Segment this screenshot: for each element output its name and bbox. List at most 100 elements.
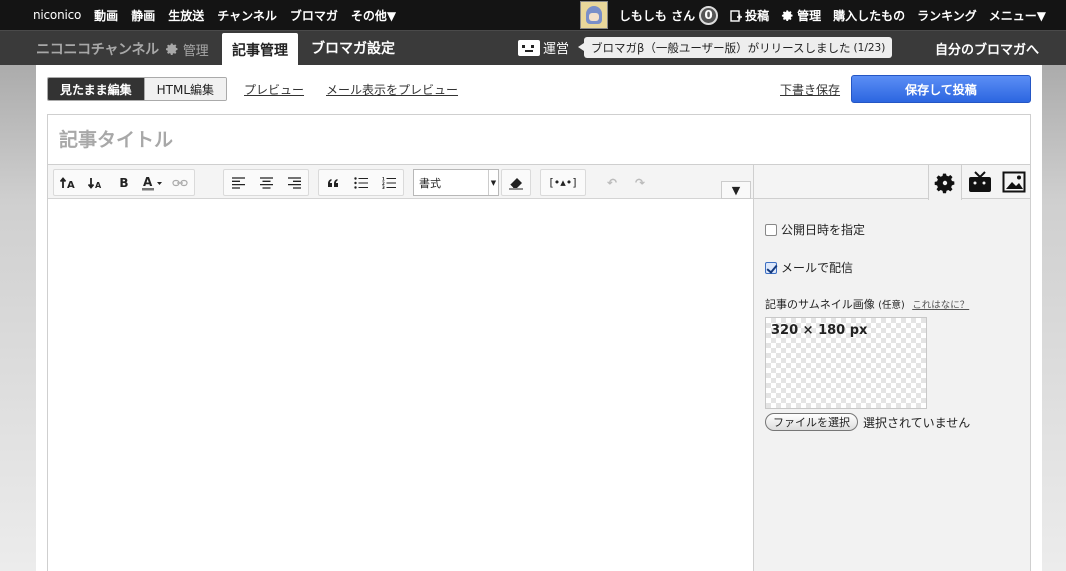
toolbar-group-align: [223, 169, 309, 196]
save-and-post-button[interactable]: 保存して投稿: [851, 75, 1031, 103]
gear-icon: [934, 173, 955, 193]
tab-blomaga-settings[interactable]: ブロマガ設定: [311, 38, 395, 58]
toolbar-group-block: 123: [318, 169, 404, 196]
toolbar-group-history: ↶ ↷: [597, 169, 655, 196]
channel-manage-logo[interactable]: ニコニコチャンネル 管理: [36, 39, 209, 59]
thumbnail-help-link[interactable]: これはなに？: [912, 300, 969, 311]
numbered-list-icon: 123: [382, 177, 396, 189]
tab-settings-gear[interactable]: [928, 165, 962, 200]
mail-preview-link[interactable]: メール表示をプレビュー: [326, 81, 458, 98]
font-size-down-button[interactable]: A: [82, 170, 110, 195]
editor-mode-toggle: 見たまま編集 HTML編集: [47, 77, 228, 101]
channel-logo-text: ニコニコチャンネル: [36, 42, 159, 58]
align-center-button[interactable]: [252, 170, 280, 195]
sidebar-tabs: [754, 164, 1031, 200]
ranking-link[interactable]: ランキング: [917, 7, 977, 24]
mail-delivery-checkbox[interactable]: [765, 261, 777, 274]
nav-link-others[interactable]: その他▼: [351, 7, 396, 24]
link-icon: [172, 179, 188, 186]
choose-file-button[interactable]: ファイルを選択: [765, 413, 858, 431]
tab-article-management[interactable]: 記事管理: [222, 33, 298, 66]
image-icon: [1002, 171, 1026, 193]
redo-button[interactable]: ↷: [626, 170, 654, 195]
numbered-list-button[interactable]: 123: [375, 170, 403, 195]
unei-link[interactable]: 運営: [518, 38, 569, 57]
my-blomaga-link[interactable]: 自分のブロマガへ: [935, 39, 1039, 58]
link-button[interactable]: [166, 170, 194, 195]
tab-video[interactable]: [963, 165, 997, 199]
thumbnail-label: 記事のサムネイル画像: [765, 298, 875, 311]
tab-image[interactable]: [997, 165, 1031, 199]
save-draft-link[interactable]: 下書き保存: [780, 81, 840, 98]
bullet-list-button[interactable]: [347, 170, 375, 195]
svg-text:A: A: [95, 181, 102, 190]
blockquote-button[interactable]: [319, 170, 347, 195]
format-select[interactable]: 書式 ▼: [413, 169, 499, 196]
mode-html-button[interactable]: HTML編集: [143, 78, 227, 100]
align-left-button[interactable]: [224, 170, 252, 195]
svg-text:A: A: [67, 180, 75, 190]
align-right-button[interactable]: [280, 170, 308, 195]
notification-badge[interactable]: 0: [699, 5, 719, 25]
editor-content-area[interactable]: [48, 199, 753, 571]
mail-delivery-option[interactable]: メールで配信: [765, 259, 853, 276]
toolbar-group-emoticon: [•▴•]: [540, 169, 586, 196]
schedule-checkbox[interactable]: [765, 223, 777, 236]
mode-wysiwyg-button[interactable]: 見たまま編集: [48, 78, 144, 100]
tv-icon: [969, 171, 991, 192]
article-options-sidebar: 公開日時を指定 メールで配信 記事のサムネイル画像 (任意) これはなに？ 32…: [753, 164, 1031, 571]
schedule-label: 公開日時を指定: [781, 223, 866, 237]
nav-link-seiga[interactable]: 静画: [131, 7, 155, 24]
text-color-icon: A: [142, 175, 162, 190]
svg-text:3: 3: [382, 185, 385, 189]
notice-bubble[interactable]: ブロマガβ（一般ユーザー版）がリリースしました (1/23): [577, 37, 893, 58]
toolbar-group-text: A A B A: [53, 169, 195, 196]
thumbnail-optional: (任意): [878, 300, 905, 311]
title-field-wrapper: [47, 114, 1031, 165]
post-link[interactable]: 投稿: [730, 7, 769, 24]
user-avatar[interactable]: [579, 1, 608, 29]
format-select-value: 書式: [419, 176, 441, 190]
tv-icon: [518, 39, 540, 56]
thumbnail-size-text: 320 × 180 px: [771, 323, 868, 338]
clear-format-button[interactable]: [502, 170, 530, 195]
toolbar-group-clear: [501, 169, 531, 196]
align-right-icon: [287, 176, 301, 189]
notice-text: ブロマガβ（一般ユーザー版）がリリースしました: [591, 40, 851, 55]
text-color-button[interactable]: A: [138, 170, 166, 195]
notice-count: (1/23): [853, 41, 886, 54]
toolbar-expand-button[interactable]: ▼: [721, 181, 751, 199]
bold-button[interactable]: B: [110, 170, 138, 195]
manage-link[interactable]: 管理: [781, 7, 821, 24]
font-size-up-button[interactable]: A: [54, 170, 82, 195]
user-name[interactable]: しもしも さん: [619, 7, 695, 24]
bullet-list-icon: [354, 176, 368, 189]
rich-text-editor: A A B A 1 2 3 書式 ▼ [•▴•] ↶ ↷ ▼: [47, 164, 754, 571]
eraser-icon: [509, 177, 523, 189]
niconico-logo-link[interactable]: niconico: [33, 8, 81, 22]
nav-link-blomaga[interactable]: ブロマガ: [290, 7, 338, 24]
channel-management-bar: ニコニコチャンネル 管理 記事管理 ブロマガ設定 運営 ブロマガβ（一般ユーザー…: [0, 30, 1066, 66]
align-left-icon: [231, 176, 245, 189]
schedule-option[interactable]: 公開日時を指定: [765, 221, 865, 238]
thumbnail-preview: 320 × 180 px: [765, 317, 927, 409]
nav-link-channel[interactable]: チャンネル: [217, 7, 277, 24]
font-size-up-icon: A: [60, 176, 75, 190]
channel-manage-label: 管理: [182, 43, 209, 59]
post-label: 投稿: [745, 8, 770, 23]
article-title-input[interactable]: [48, 115, 1030, 164]
thumbnail-heading: 記事のサムネイル画像 (任意) これはなに？: [765, 296, 969, 312]
nav-link-live[interactable]: 生放送: [168, 7, 204, 24]
undo-button[interactable]: ↶: [598, 170, 626, 195]
svg-text:A: A: [143, 175, 153, 189]
purchased-link[interactable]: 購入したもの: [833, 7, 905, 24]
align-center-icon: [259, 176, 273, 189]
emoticon-button[interactable]: [•▴•]: [541, 170, 585, 195]
quote-icon: [328, 178, 338, 187]
font-size-down-icon: A: [88, 177, 102, 190]
nav-link-video[interactable]: 動画: [94, 7, 118, 24]
menu-dropdown[interactable]: メニュー▼: [989, 7, 1046, 24]
preview-link[interactable]: プレビュー: [244, 81, 304, 98]
file-status-text: 選択されていません: [863, 415, 971, 430]
unei-label: 運営: [543, 42, 570, 57]
